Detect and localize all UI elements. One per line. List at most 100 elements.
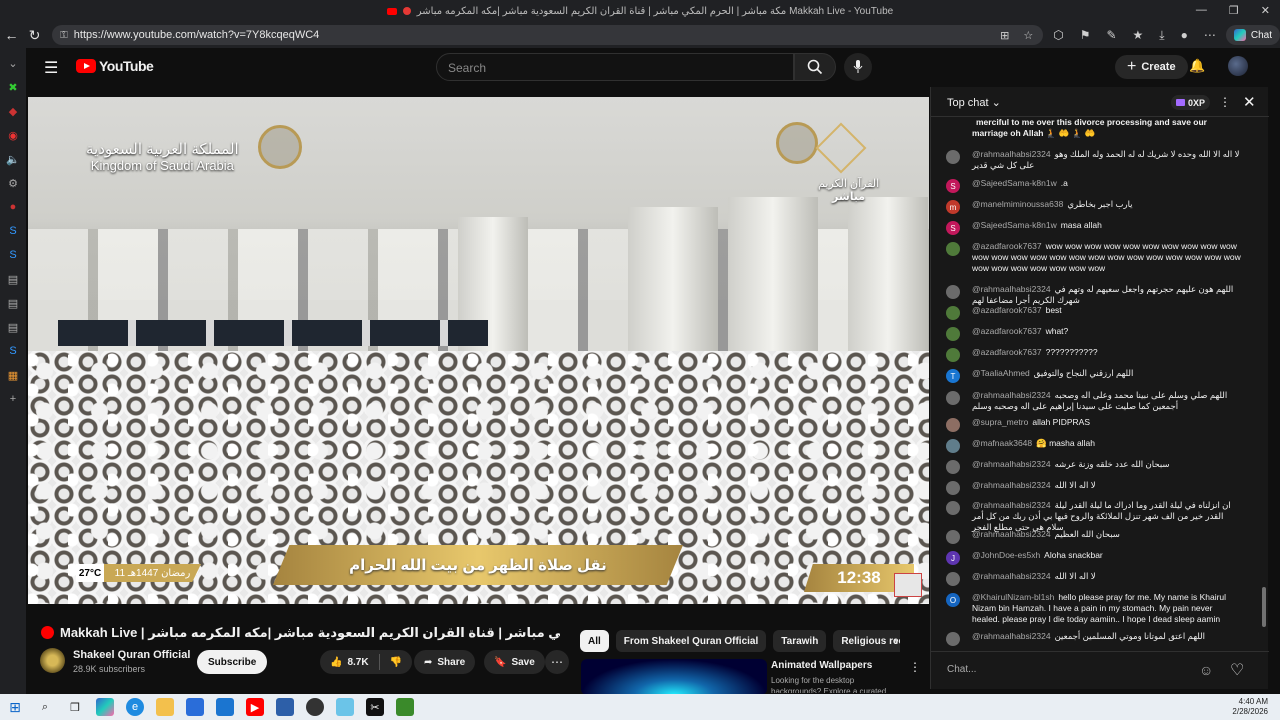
sidebar-app-icon[interactable]: S [6,224,20,238]
video-player[interactable]: المملكة العربية السعودية Kingdom of Saud… [28,97,929,604]
chat-author-name[interactable]: @rahmaalhabsi2324 [972,631,1051,641]
search-icon[interactable]: ⌕ [36,698,54,716]
chat-author-name[interactable]: @TaaliaAhmed [972,368,1030,378]
chat-message[interactable]: @mafnaak3648 🤗 masha allah [946,438,1242,453]
chat-author-name[interactable]: @mafnaak3648 [972,438,1032,448]
chat-author-name[interactable]: @rahmaalhabsi2324 [972,149,1051,159]
chat-author-avatar[interactable]: S [946,179,960,193]
audio-icon[interactable]: 🔈 [6,152,20,166]
file-explorer-icon[interactable] [156,698,174,716]
windows-start-icon[interactable]: ⊞ [6,698,24,716]
sidebar-app-icon[interactable]: S [6,248,20,262]
chat-scrollbar[interactable] [1261,117,1267,651]
close-chat-icon[interactable]: ✕ [1243,93,1256,111]
chat-author-name[interactable]: @rahmaalhabsi2324 [972,571,1051,581]
more-options-icon[interactable]: ⋯ [1204,28,1216,42]
chip-religious[interactable]: Religious recitat [833,630,900,652]
chat-message[interactable]: @rahmaalhabsi2324 سبحان الله عدد خلقه وزن… [946,459,1242,474]
search-button[interactable] [794,53,836,81]
chat-author-name[interactable]: @rahmaalhabsi2324 [972,390,1051,400]
sidebar-app-icon[interactable]: ▤ [6,296,20,310]
chat-message[interactable]: S @SajeedSama-k8n1w masa allah [946,220,1242,235]
back-icon[interactable]: ← [0,27,23,43]
sidebar-app-icon[interactable]: ✖ [6,80,20,94]
chat-mode-dropdown[interactable]: Top chat ⌄ [947,96,1001,109]
emoji-icon[interactable]: ☺ [1199,662,1213,678]
chat-author-avatar[interactable] [946,460,960,474]
recorder-icon[interactable] [306,698,324,716]
chat-author-name[interactable]: @azadfarook7637 [972,305,1042,315]
more-actions-button[interactable]: ⋯ [545,650,569,674]
system-tray-clock[interactable]: 4:40 AM 2/28/2026 [1232,697,1268,717]
extension-icon[interactable]: ⚑ [1080,28,1091,42]
hamburger-menu-icon[interactable]: ☰ [44,58,58,78]
chat-message[interactable]: m @manelmiminoussa638 يارب اجبر بخاطري [946,199,1242,214]
favorite-star-icon[interactable]: ☆ [1023,29,1033,42]
chevron-down-icon[interactable]: ⌄ [6,56,20,70]
minimize-icon[interactable]: — [1196,4,1207,17]
downloads-icon[interactable]: ⤓ [1159,28,1164,43]
chat-author-name[interactable]: @KhairulNizam-bl1sh [972,592,1054,602]
edge-icon[interactable]: e [126,698,144,716]
search-input[interactable]: Search [436,53,794,81]
share-button[interactable]: ➦ Share [414,650,476,674]
chat-input[interactable]: Chat... [947,664,976,675]
account-avatar[interactable] [1228,56,1248,76]
chat-author-avatar[interactable]: S [946,221,960,235]
create-button[interactable]: + Create [1115,55,1188,79]
sidebar-app-icon[interactable]: S [6,344,20,358]
xp-badge[interactable]: 0XP [1171,95,1211,110]
record-icon[interactable]: ◉ [6,128,20,142]
chat-author-avatar[interactable] [946,439,960,453]
chat-author-name[interactable]: @azadfarook7637 [972,241,1042,251]
app-available-icon[interactable]: ⊞ [1000,29,1009,42]
chip-from-channel[interactable]: From Shakeel Quran Official [615,630,767,652]
reload-icon[interactable]: ↻ [23,27,46,44]
profile-icon[interactable]: ● [1181,28,1188,42]
close-window-icon[interactable]: ✕ [1261,4,1270,17]
youtube-logo[interactable]: YouTube [76,58,154,74]
chat-author-avatar[interactable] [946,501,960,515]
chat-message[interactable]: @azadfarook7637 what? [946,326,1242,341]
chat-message[interactable]: @rahmaalhabsi2324 اللهم هون عليهم حجرتهم … [946,284,1242,306]
chat-author-avatar[interactable]: T [946,369,960,383]
address-bar[interactable]: ⚿ https://www.youtube.com/watch?v=7Y8kcq… [52,25,1044,45]
chat-author-avatar[interactable] [946,572,960,586]
app-icon[interactable] [396,698,414,716]
chat-message[interactable]: @rahmaalhabsi2324 سبحان الله العظيم [946,529,1242,544]
sidebar-app-icon[interactable]: ▦ [6,368,20,382]
sidebar-app-icon[interactable]: ◆ [6,104,20,118]
chat-message[interactable]: @supra_metro allah PIDPRAS [946,417,1242,432]
chat-author-name[interactable]: @rahmaalhabsi2324 [972,529,1051,539]
task-view-icon[interactable]: ❒ [66,698,84,716]
chat-author-avatar[interactable] [946,418,960,432]
chip-tarawih[interactable]: Tarawih [773,630,827,652]
chat-author-avatar[interactable] [946,348,960,362]
notifications-bell-icon[interactable]: 🔔 [1189,58,1205,74]
chat-author-avatar[interactable]: J [946,551,960,565]
chat-message[interactable]: @rahmaalhabsi2324 اللهم اعتق لموتانا وموت… [946,631,1242,646]
add-icon[interactable]: + [6,392,20,406]
chevron-right-icon[interactable]: › [894,634,898,648]
chat-author-avatar[interactable] [946,150,960,164]
extension-icon[interactable]: ✎ [1106,28,1116,42]
sidebar-app-icon[interactable]: ▤ [6,272,20,286]
chat-author-avatar[interactable] [946,481,960,495]
recommended-thumbnail[interactable] [581,659,767,695]
channel-name[interactable]: Shakeel Quran Official [73,649,190,661]
chat-author-name[interactable]: @SajeedSama-k8n1w [972,220,1057,230]
heart-icon[interactable]: ♡ [1230,660,1244,680]
app-icon[interactable] [276,698,294,716]
chat-author-name[interactable]: @rahmaalhabsi2324 [972,480,1051,490]
app-icon[interactable] [336,698,354,716]
chat-author-name[interactable]: @rahmaalhabsi2324 [972,500,1051,510]
favorites-icon[interactable]: ★ [1133,28,1144,42]
chat-author-name[interactable]: @SajeedSama-k8n1w [972,178,1057,188]
capcut-icon[interactable]: ✂ [366,698,384,716]
site-info-icon[interactable]: ⚿ [60,30,68,41]
chat-author-avatar[interactable] [946,242,960,256]
voice-search-button[interactable] [844,53,872,81]
recommended-more-icon[interactable]: ⋮ [909,660,921,674]
chat-author-name[interactable]: @azadfarook7637 [972,347,1042,357]
chat-message[interactable]: O @KhairulNizam-bl1sh hello please pray fo… [946,592,1242,625]
